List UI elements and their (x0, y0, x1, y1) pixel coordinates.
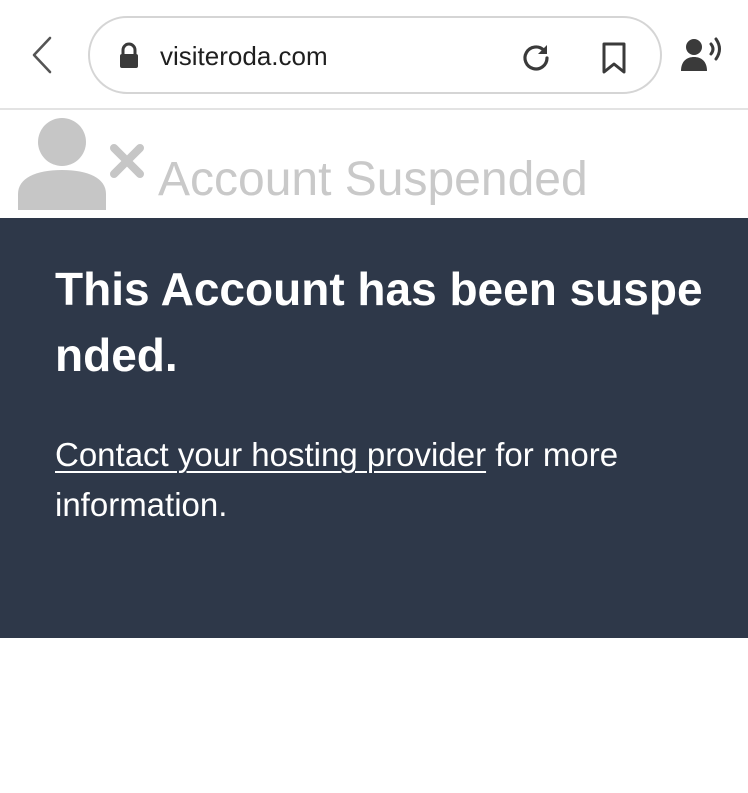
voice-button[interactable] (678, 32, 728, 78)
contact-hosting-link[interactable]: Contact your hosting provider (55, 436, 486, 473)
user-x-icon (18, 118, 144, 210)
voice-speaking-icon (681, 37, 721, 71)
notice-heading: This Account has been suspended. (55, 263, 703, 381)
chevron-left-icon (32, 36, 52, 74)
bookmark-button[interactable] (594, 38, 634, 78)
suspended-header: Account Suspended (0, 110, 748, 218)
browser-toolbar: visiteroda.com (0, 0, 748, 110)
page-title: Account Suspended (158, 153, 588, 206)
reload-icon (523, 45, 549, 71)
lock-icon (120, 42, 138, 68)
back-button[interactable] (22, 30, 62, 80)
notice-body: Contact your hosting provider for more i… (55, 430, 715, 530)
reload-button[interactable] (516, 38, 556, 78)
url-text[interactable]: visiteroda.com (160, 38, 328, 74)
bookmark-icon (602, 42, 626, 74)
address-bar[interactable]: visiteroda.com (88, 16, 662, 94)
notice-panel: This Account has been suspended. Contact… (0, 218, 748, 638)
